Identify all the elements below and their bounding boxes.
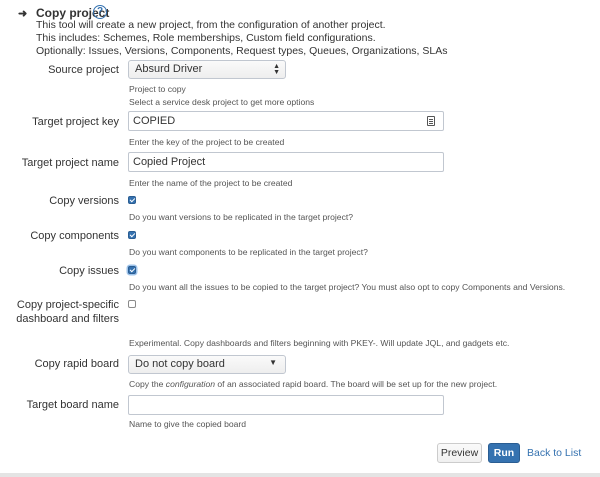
target-board-name-label: Target board name bbox=[26, 399, 119, 411]
list-icon[interactable] bbox=[427, 116, 435, 126]
source-project-help-1: Project to copy bbox=[129, 84, 186, 94]
bottom-divider bbox=[0, 473, 600, 477]
copy-rapid-board-help-post: of an associated rapid board. The board … bbox=[215, 379, 498, 389]
question-circle-icon[interactable]: ? bbox=[93, 5, 107, 19]
copy-versions-label: Copy versions bbox=[49, 195, 119, 207]
copy-rapid-board-select[interactable]: Do not copy board ▼ bbox=[128, 355, 286, 374]
copy-issues-help: Do you want all the issues to be copied … bbox=[129, 282, 566, 292]
copy-dashboards-checkbox[interactable] bbox=[128, 300, 136, 308]
copy-issues-label: Copy issues bbox=[59, 265, 119, 277]
description-line-3: Optionally: Issues, Versions, Components… bbox=[36, 45, 448, 57]
target-name-help: Enter the name of the project to be crea… bbox=[129, 178, 293, 188]
copy-components-help: Do you want components to be replicated … bbox=[129, 247, 368, 257]
description-line-1: This tool will create a new project, fro… bbox=[36, 19, 386, 31]
target-key-value: COPIED bbox=[133, 115, 176, 127]
run-button[interactable]: Run bbox=[488, 443, 520, 463]
target-name-value: Copied Project bbox=[133, 156, 206, 168]
source-project-help-2: Select a service desk project to get mor… bbox=[129, 97, 315, 107]
source-project-label: Source project bbox=[48, 64, 119, 76]
target-name-label: Target project name bbox=[21, 157, 119, 169]
source-project-select[interactable]: Absurd Driver ▲ ▼ bbox=[128, 60, 286, 79]
target-name-input[interactable]: Copied Project bbox=[128, 152, 444, 172]
target-key-help: Enter the key of the project to be creat… bbox=[129, 137, 285, 147]
copy-dashboards-label: Copy project-specific dashboard and filt… bbox=[16, 299, 119, 325]
target-board-name-help: Name to give the copied board bbox=[129, 419, 247, 429]
copy-rapid-board-help-em: configuration bbox=[165, 379, 216, 389]
source-project-value: Absurd Driver bbox=[135, 63, 203, 75]
select-arrows-icon: ▲ ▼ bbox=[273, 63, 280, 76]
copy-rapid-board-help: Copy the configuration of an associated … bbox=[129, 379, 497, 389]
copy-versions-help: Do you want versions to be replicated in… bbox=[129, 212, 354, 222]
target-key-input[interactable]: COPIED bbox=[128, 111, 444, 131]
target-key-label: Target project key bbox=[32, 116, 119, 128]
copy-components-label: Copy components bbox=[30, 230, 119, 242]
target-board-name-input[interactable] bbox=[128, 395, 444, 415]
copy-components-checkbox[interactable] bbox=[128, 231, 136, 239]
preview-button[interactable]: Preview bbox=[437, 443, 482, 463]
description-line-2: This includes: Schemes, Role memberships… bbox=[36, 32, 376, 44]
copy-dashboards-help: Experimental. Copy dashboards and filter… bbox=[129, 338, 510, 348]
chevron-down-icon: ▼ bbox=[269, 358, 277, 367]
copy-versions-checkbox[interactable] bbox=[128, 196, 136, 204]
collapse-arrow-icon[interactable]: ➜ bbox=[18, 7, 27, 20]
copy-rapid-board-label: Copy rapid board bbox=[34, 358, 119, 370]
back-to-list-link[interactable]: Back to List bbox=[527, 447, 581, 459]
copy-rapid-board-value: Do not copy board bbox=[135, 358, 225, 370]
copy-rapid-board-help-pre: Copy the bbox=[129, 379, 166, 389]
copy-issues-checkbox[interactable] bbox=[128, 266, 136, 274]
